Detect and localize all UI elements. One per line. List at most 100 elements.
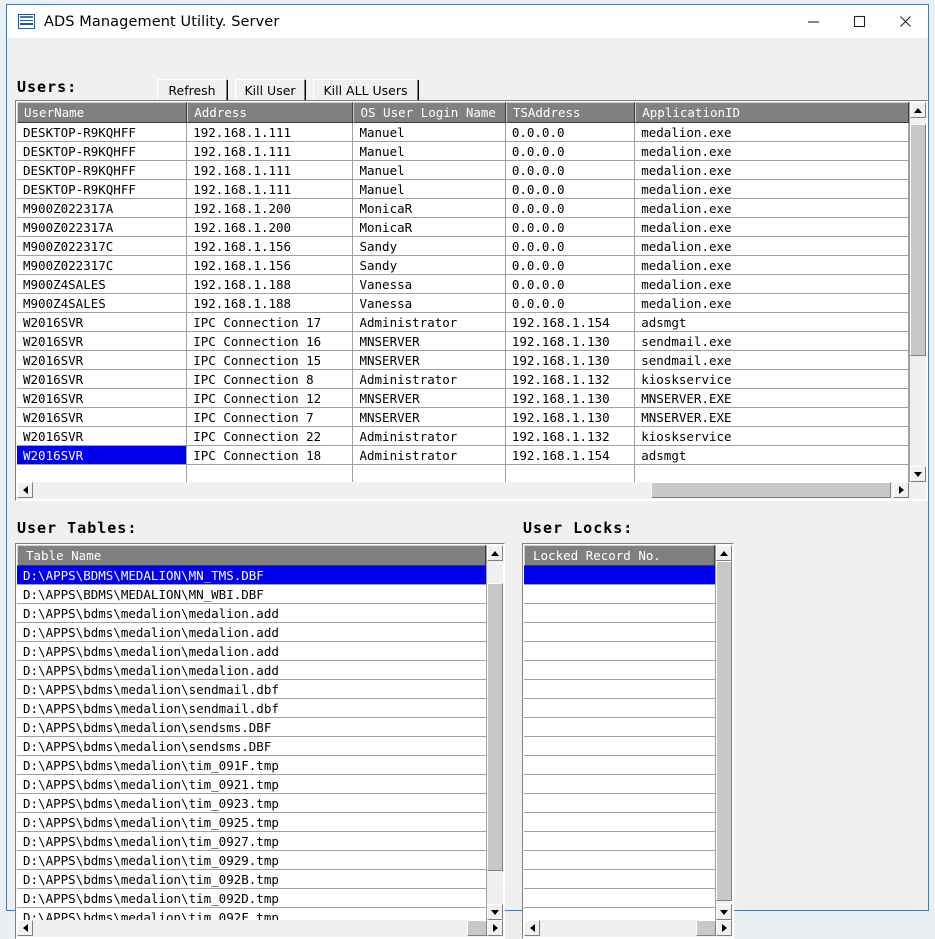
list-item[interactable]: D:\APPS\bdms\medalion\sendsms.DBF bbox=[17, 718, 486, 737]
scroll-down-button[interactable] bbox=[910, 466, 926, 482]
list-item[interactable] bbox=[524, 775, 715, 794]
refresh-button[interactable]: Refresh bbox=[157, 79, 227, 101]
list-item[interactable] bbox=[524, 604, 715, 623]
scroll-thumb[interactable] bbox=[651, 482, 891, 498]
scroll-right-button[interactable] bbox=[893, 482, 909, 498]
scroll-left-button[interactable] bbox=[17, 482, 33, 498]
users-grid[interactable]: UserNameAddressOS User Login NameTSAddre… bbox=[15, 100, 928, 501]
user-tables-list[interactable]: Table NameD:\APPS\BDMS\MEDALION\MN_TMS.D… bbox=[15, 543, 505, 939]
column-header-os-user-login-name[interactable]: OS User Login Name bbox=[353, 102, 505, 123]
list-item[interactable]: D:\APPS\bdms\medalion\tim_092F.tmp bbox=[17, 908, 486, 920]
scroll-left-button[interactable] bbox=[524, 920, 540, 936]
user-locks-rows[interactable]: Locked Record No. bbox=[524, 545, 715, 920]
list-item[interactable] bbox=[524, 851, 715, 870]
scroll-thumb[interactable] bbox=[487, 583, 503, 871]
list-item[interactable]: D:\APPS\bdms\medalion\medalion.add bbox=[17, 661, 486, 680]
list-item[interactable] bbox=[524, 813, 715, 832]
locks-vertical-scrollbar[interactable] bbox=[715, 545, 732, 920]
list-item[interactable]: D:\APPS\bdms\medalion\medalion.add bbox=[17, 642, 486, 661]
column-header-tsaddress[interactable]: TSAddress bbox=[506, 102, 635, 123]
list-item[interactable]: D:\APPS\bdms\medalion\sendmail.dbf bbox=[17, 699, 486, 718]
list-item[interactable] bbox=[524, 623, 715, 642]
list-item[interactable]: D:\APPS\bdms\medalion\medalion.add bbox=[17, 623, 486, 642]
list-item[interactable]: D:\APPS\bdms\medalion\tim_0929.tmp bbox=[17, 851, 486, 870]
list-item[interactable] bbox=[524, 699, 715, 718]
list-item[interactable] bbox=[524, 832, 715, 851]
user-tables-rows[interactable]: Table NameD:\APPS\BDMS\MEDALION\MN_TMS.D… bbox=[17, 545, 486, 920]
list-item[interactable]: D:\APPS\bdms\medalion\medalion.add bbox=[17, 604, 486, 623]
kill-all-users-button[interactable]: Kill ALL Users bbox=[313, 79, 418, 101]
list-item[interactable]: D:\APPS\bdms\medalion\sendmail.dbf bbox=[17, 680, 486, 699]
list-item[interactable] bbox=[524, 680, 715, 699]
table-row[interactable]: DESKTOP-R9KQHFF192.168.1.111Manuel0.0.0.… bbox=[17, 123, 909, 142]
users-grid-vertical-scrollbar[interactable] bbox=[909, 102, 926, 482]
close-button[interactable] bbox=[882, 5, 928, 38]
table-row[interactable]: M900Z022317A192.168.1.200MonicaR0.0.0.0m… bbox=[17, 199, 909, 218]
list-item[interactable]: D:\APPS\bdms\medalion\sendsms.DBF bbox=[17, 737, 486, 756]
table-row[interactable]: W2016SVRIPC Connection 15MNSERVER192.168… bbox=[17, 351, 909, 370]
table-row[interactable]: W2016SVRIPC Connection 7MNSERVER192.168.… bbox=[17, 408, 909, 427]
cell-address: 192.168.1.111 bbox=[187, 142, 353, 161]
list-item[interactable]: D:\APPS\bdms\medalion\tim_0927.tmp bbox=[17, 832, 486, 851]
list-item[interactable] bbox=[524, 642, 715, 661]
table-row[interactable]: DESKTOP-R9KQHFF192.168.1.111Manuel0.0.0.… bbox=[17, 180, 909, 199]
user-locks-list[interactable]: Locked Record No. bbox=[522, 543, 734, 939]
table-row[interactable]: W2016SVRIPC Connection 18Administrator19… bbox=[17, 446, 909, 465]
cell-tsaddress: 0.0.0.0 bbox=[506, 218, 635, 237]
list-item[interactable] bbox=[524, 737, 715, 756]
list-item[interactable] bbox=[524, 756, 715, 775]
maximize-button[interactable] bbox=[836, 5, 882, 38]
scroll-thumb[interactable] bbox=[910, 124, 926, 356]
table-row[interactable]: M900Z4SALES192.168.1.188Vanessa0.0.0.0me… bbox=[17, 294, 909, 313]
list-item[interactable] bbox=[524, 566, 715, 585]
table-row[interactable]: W2016SVRIPC Connection 12MNSERVER192.168… bbox=[17, 389, 909, 408]
list-item[interactable] bbox=[524, 661, 715, 680]
table-row[interactable]: M900Z4SALES192.168.1.188Vanessa0.0.0.0me… bbox=[17, 275, 909, 294]
scroll-right-button[interactable] bbox=[487, 920, 503, 936]
list-item[interactable] bbox=[524, 908, 715, 920]
table-row[interactable]: W2016SVRIPC Connection 17Administrator19… bbox=[17, 313, 909, 332]
list-item[interactable]: D:\APPS\bdms\medalion\tim_092D.tmp bbox=[17, 889, 486, 908]
column-header-username[interactable]: UserName bbox=[17, 102, 187, 123]
scroll-left-button[interactable] bbox=[17, 920, 33, 936]
table-row[interactable]: W2016SVRIPC Connection 8Administrator192… bbox=[17, 370, 909, 389]
tables-horizontal-scrollbar[interactable] bbox=[17, 920, 503, 937]
scroll-up-button[interactable] bbox=[716, 545, 732, 561]
list-item[interactable] bbox=[524, 870, 715, 889]
scroll-down-button[interactable] bbox=[716, 904, 732, 920]
list-item[interactable]: D:\APPS\BDMS\MEDALION\MN_TMS.DBF bbox=[17, 566, 486, 585]
table-row[interactable]: M900Z022317C192.168.1.156Sandy0.0.0.0med… bbox=[17, 237, 909, 256]
list-item[interactable]: D:\APPS\bdms\medalion\tim_092B.tmp bbox=[17, 870, 486, 889]
locks-horizontal-scrollbar[interactable] bbox=[524, 920, 732, 937]
scroll-up-button[interactable] bbox=[487, 545, 503, 561]
table-row[interactable]: W2016SVRIPC Connection 22Administrator19… bbox=[17, 427, 909, 446]
list-item[interactable] bbox=[524, 794, 715, 813]
list-item[interactable]: D:\APPS\bdms\medalion\tim_0925.tmp bbox=[17, 813, 486, 832]
table-row[interactable]: W2016SVRIPC Connection 16MNSERVER192.168… bbox=[17, 332, 909, 351]
scroll-thumb[interactable] bbox=[716, 561, 732, 901]
scroll-down-button[interactable] bbox=[487, 904, 503, 920]
table-row[interactable]: DESKTOP-R9KQHFF192.168.1.111Manuel0.0.0.… bbox=[17, 142, 909, 161]
list-item[interactable]: D:\APPS\bdms\medalion\tim_0921.tmp bbox=[17, 775, 486, 794]
scroll-thumb[interactable] bbox=[467, 920, 487, 936]
kill-user-button[interactable]: Kill User bbox=[235, 79, 305, 101]
column-header-address[interactable]: Address bbox=[187, 102, 353, 123]
scroll-thumb[interactable] bbox=[696, 920, 716, 936]
list-item[interactable]: D:\APPS\BDMS\MEDALION\MN_WBI.DBF bbox=[17, 585, 486, 604]
column-header-applicationid[interactable]: ApplicationID bbox=[635, 102, 909, 123]
minimize-button[interactable] bbox=[790, 5, 836, 38]
column-header-table-name[interactable]: Table Name bbox=[17, 545, 486, 566]
table-row[interactable]: DESKTOP-R9KQHFF192.168.1.111Manuel0.0.0.… bbox=[17, 161, 909, 180]
scroll-right-button[interactable] bbox=[716, 920, 732, 936]
list-item[interactable] bbox=[524, 889, 715, 908]
list-item[interactable] bbox=[524, 585, 715, 604]
users-grid-horizontal-scrollbar[interactable] bbox=[17, 482, 909, 499]
scroll-up-button[interactable] bbox=[910, 102, 926, 118]
tables-vertical-scrollbar[interactable] bbox=[486, 545, 503, 920]
list-item[interactable] bbox=[524, 718, 715, 737]
table-row[interactable]: M900Z022317A192.168.1.200MonicaR0.0.0.0m… bbox=[17, 218, 909, 237]
table-row[interactable]: M900Z022317C192.168.1.156Sandy0.0.0.0med… bbox=[17, 256, 909, 275]
column-header-locked-record-no-[interactable]: Locked Record No. bbox=[524, 545, 715, 566]
list-item[interactable]: D:\APPS\bdms\medalion\tim_091F.tmp bbox=[17, 756, 486, 775]
list-item[interactable]: D:\APPS\bdms\medalion\tim_0923.tmp bbox=[17, 794, 486, 813]
